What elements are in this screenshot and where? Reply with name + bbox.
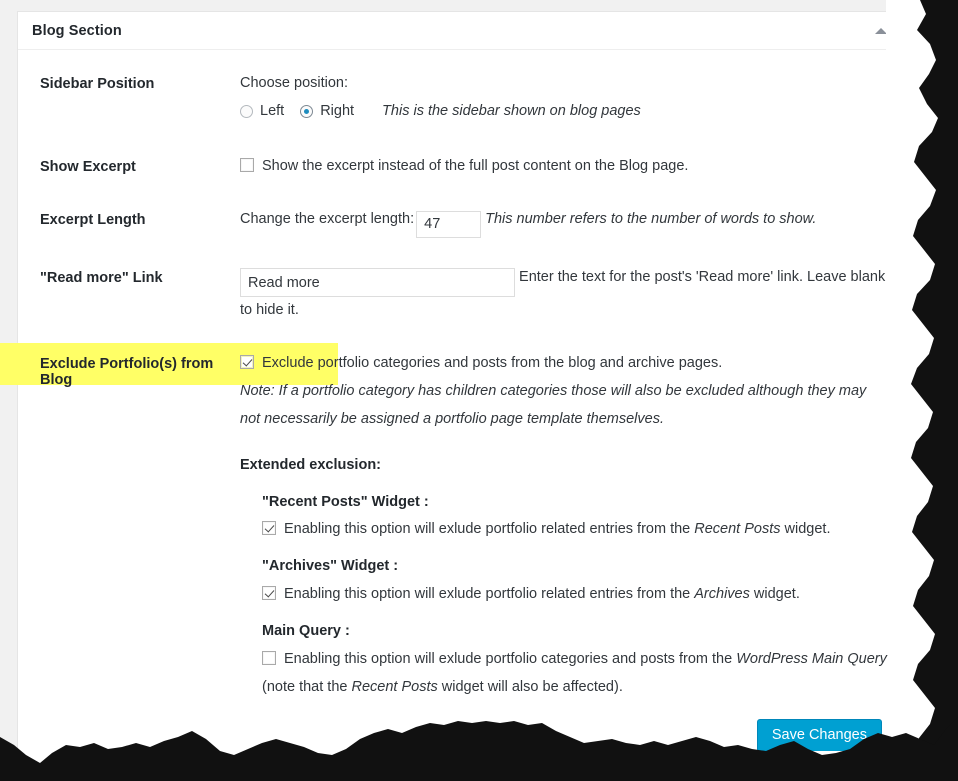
- checkbox-show-excerpt[interactable]: [240, 157, 254, 172]
- main-query-desc-before: Enabling this option will exlude portfol…: [284, 650, 737, 667]
- exclude-portfolio-note: Note: If a portfolio category has childr…: [240, 383, 867, 427]
- recent-posts-desc-emphasis: Recent Posts: [694, 521, 781, 538]
- save-row: Save Changes: [18, 701, 904, 756]
- row-field-show-excerpt: Show the excerpt instead of the full pos…: [240, 153, 904, 181]
- row-label-exclude-portfolio: Exclude Portfolio(s) from Blog: [40, 356, 214, 389]
- row-label-show-excerpt: Show Excerpt: [40, 158, 136, 175]
- archives-desc-before: Enabling this option will exlude portfol…: [284, 586, 695, 603]
- row-label-excerpt-length: Excerpt Length: [40, 212, 146, 229]
- blog-section-panel: Blog Section Sidebar Position Choose pos…: [0, 11, 905, 772]
- choose-position-label: Choose position:: [240, 75, 349, 91]
- main-query-desc-after: (note that the: [262, 678, 352, 695]
- archives-desc-emphasis: Archives: [694, 586, 750, 603]
- row-field-sidebar-position: Choose position: Left Right This is the …: [240, 70, 904, 126]
- row-sidebar-position: Sidebar Position Choose position: Left R…: [18, 50, 904, 126]
- row-field-read-more: Enter the text for the post's 'Read more…: [240, 264, 904, 325]
- row-label-read-more: "Read more" Link: [40, 269, 163, 286]
- extended-group-desc-main-query: Enabling this option will exlude portfol…: [262, 646, 890, 702]
- main-query-desc-emphasis-2: Recent Posts: [351, 678, 438, 695]
- row-field-excerpt-length: Change the excerpt length: This number re…: [240, 206, 904, 238]
- save-changes-button[interactable]: Save Changes: [756, 719, 882, 753]
- radio-label-right: Right: [320, 102, 355, 119]
- extended-group-title-main-query: Main Query :: [262, 622, 350, 639]
- main-query-desc-after-2: widget will also be affected).: [437, 678, 623, 695]
- extended-exclusion-title: Extended exclusion:: [240, 456, 382, 473]
- extended-group-desc-recent-posts: Enabling this option will exlude portfol…: [262, 516, 890, 544]
- excerpt-length-field-label: Change the excerpt length:: [240, 211, 415, 228]
- checkbox-main-query[interactable]: [262, 650, 276, 665]
- extended-group-recent-posts: "Recent Posts" Widget : Enabling this op…: [262, 489, 890, 545]
- chevron-up-icon[interactable]: [872, 22, 890, 40]
- checkbox-recent-posts-widget[interactable]: [262, 521, 276, 536]
- page-title: Blog Section: [32, 22, 122, 39]
- sidebar-position-hint: This is the sidebar shown on blog pages: [382, 102, 641, 119]
- show-excerpt-description: Show the excerpt instead of the full pos…: [262, 157, 689, 174]
- panel-header[interactable]: Blog Section: [18, 12, 904, 50]
- row-exclude-portfolio: Exclude Portfolio(s) from Blog Exclude p…: [0, 325, 904, 701]
- extended-group-archives: "Archives" Widget : Enabling this option…: [262, 553, 890, 609]
- archives-desc-after: widget.: [749, 586, 800, 603]
- checkbox-archives-widget[interactable]: [262, 586, 276, 601]
- main-query-desc-emphasis: WordPress Main Query: [736, 650, 887, 667]
- excerpt-length-hint: This number refers to the number of word…: [485, 211, 817, 228]
- excerpt-length-input[interactable]: [416, 210, 482, 238]
- radio-sidebar-right[interactable]: [300, 105, 314, 119]
- extended-group-main-query: Main Query : Enabling this option will e…: [262, 618, 890, 701]
- extended-group-desc-archives: Enabling this option will exlude portfol…: [262, 581, 890, 609]
- sidebar-position-radio-group: Left Right This is the sidebar shown on …: [240, 98, 890, 126]
- row-label-sidebar-position: Sidebar Position: [40, 76, 155, 92]
- recent-posts-desc-after: widget.: [780, 521, 831, 538]
- radio-sidebar-left[interactable]: [240, 105, 253, 119]
- chevron-up-glyph: [875, 27, 887, 34]
- checkbox-exclude-portfolio[interactable]: [240, 355, 254, 370]
- panel-body: Sidebar Position Choose position: Left R…: [0, 50, 904, 770]
- row-read-more-link: "Read more" Link Enter the text for the …: [18, 238, 904, 325]
- exclude-portfolio-description: Exclude portfolio categories and posts f…: [262, 355, 723, 372]
- extended-group-title-archives: "Archives" Widget :: [262, 558, 399, 575]
- row-excerpt-length: Excerpt Length Change the excerpt length…: [18, 180, 904, 238]
- recent-posts-desc-before: Enabling this option will exlude portfol…: [284, 521, 695, 538]
- read-more-input[interactable]: [240, 268, 515, 298]
- radio-label-left: Left: [260, 102, 285, 119]
- row-field-exclude-portfolio: Exclude portfolio categories and posts f…: [240, 350, 904, 701]
- extended-group-title-recent-posts: "Recent Posts" Widget :: [262, 493, 429, 510]
- row-show-excerpt: Show Excerpt Show the excerpt instead of…: [18, 126, 904, 181]
